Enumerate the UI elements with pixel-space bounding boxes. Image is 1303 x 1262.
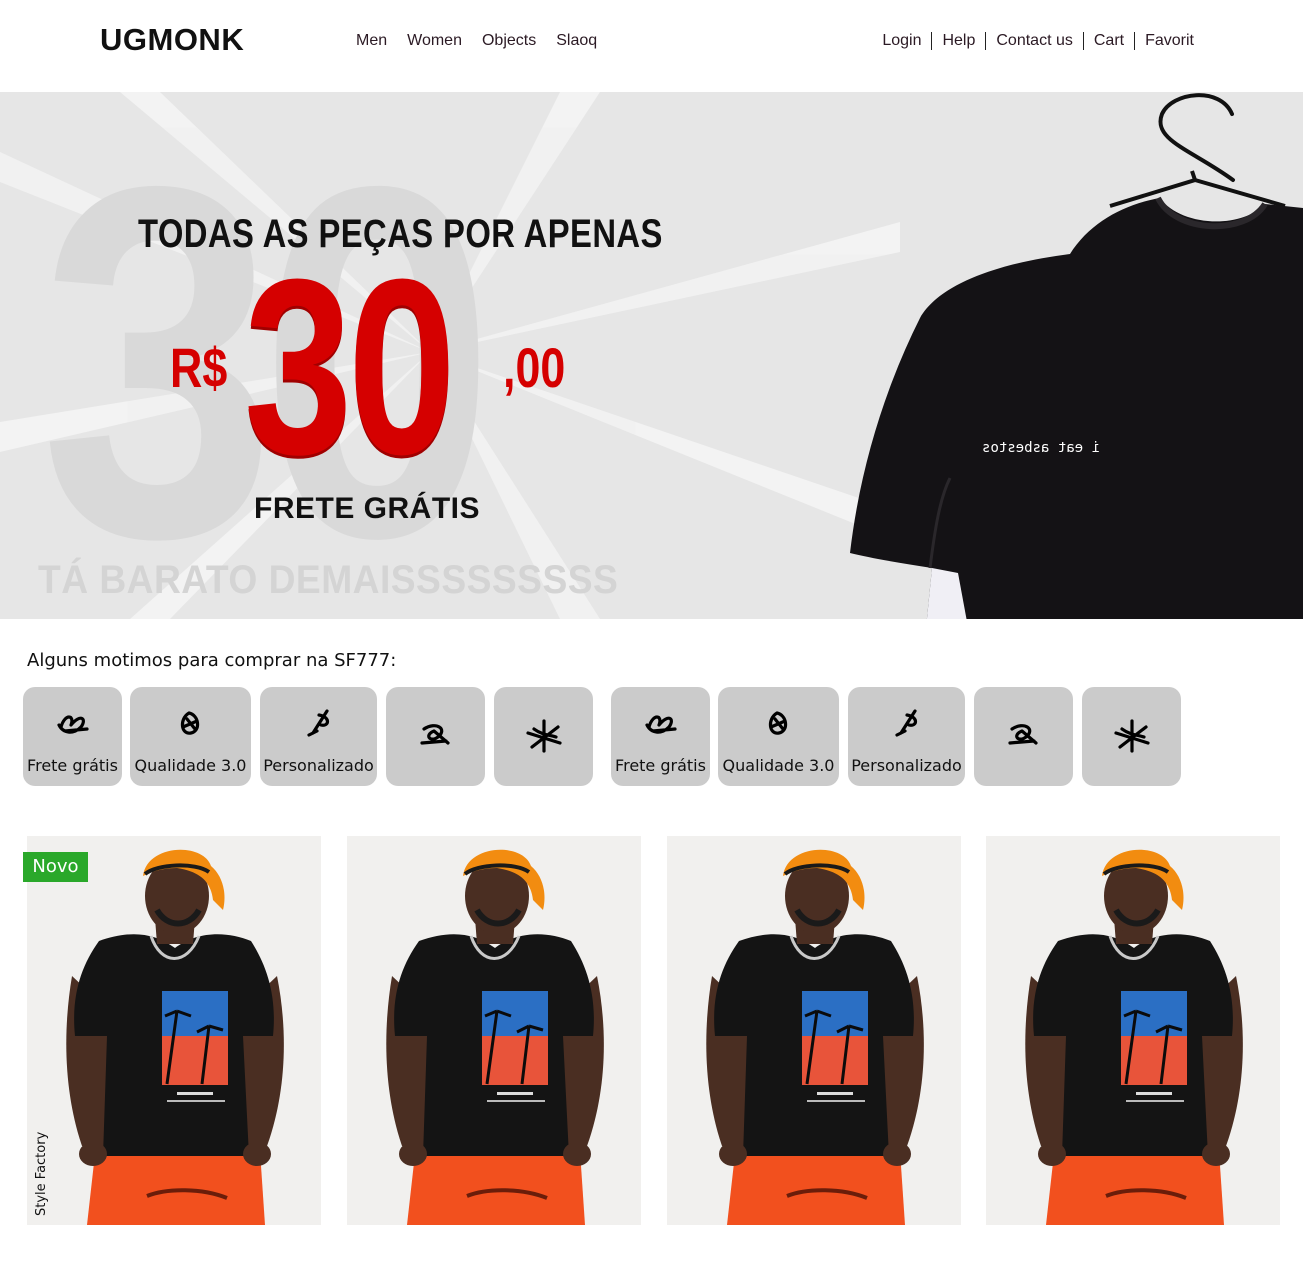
account-nav: Login Help Contact us Cart Favorit: [882, 32, 1194, 50]
product-card[interactable]: [986, 836, 1280, 1225]
reason-card[interactable]: [494, 687, 593, 786]
reason-label: Personalizado: [263, 756, 374, 775]
product-photo: [667, 836, 961, 1225]
reason-card[interactable]: Qualidade 3.0: [130, 687, 251, 786]
reason-card[interactable]: Qualidade 3.0: [718, 687, 839, 786]
reason-card[interactable]: Personalizado: [848, 687, 965, 786]
site-header: UGMONK Men Women Objects Slaoq Login Hel…: [0, 0, 1303, 92]
reason-card[interactable]: [974, 687, 1073, 786]
scribble-icon: [56, 715, 89, 734]
hero-subline: FRETE GRÁTIS: [254, 492, 481, 525]
main-nav: Men Women Objects Slaoq: [356, 32, 617, 50]
shirt-print-text: i eat asbestos: [982, 440, 1100, 456]
hanger-icon: [1158, 93, 1235, 182]
hanging-tshirt-image: i eat asbestos: [850, 93, 1303, 619]
hero-banner[interactable]: 30 TODAS AS PEÇAS POR APENAS R$ 30 ,00 F…: [0, 92, 1303, 619]
hero-price: 30: [244, 227, 456, 506]
nav-item-login[interactable]: Login: [882, 32, 931, 50]
reason-card[interactable]: Frete grátis: [23, 687, 122, 786]
scribble-icon: [768, 711, 787, 735]
scribble-icon: [894, 709, 917, 737]
scribble-icon: [419, 724, 450, 745]
product-photo: [347, 836, 641, 1225]
nav-item-favorites[interactable]: Favorit: [1134, 32, 1194, 50]
hero-currency: R$: [170, 336, 228, 399]
reason-card[interactable]: [1082, 687, 1181, 786]
product-card[interactable]: [667, 836, 961, 1225]
product-card[interactable]: [347, 836, 641, 1225]
scribble-icon: [180, 711, 199, 735]
reason-label: Frete grátis: [27, 756, 118, 775]
scribble-icon: [525, 719, 562, 753]
site-logo[interactable]: UGMONK: [100, 22, 244, 58]
nav-item-cart[interactable]: Cart: [1082, 32, 1134, 50]
reason-label: Qualidade 3.0: [722, 756, 835, 775]
reason-label: Personalizado: [851, 756, 962, 775]
reason-card[interactable]: [386, 687, 485, 786]
scribble-icon: [1113, 719, 1150, 753]
reason-card[interactable]: Frete grátis: [611, 687, 710, 786]
nav-item-objects[interactable]: Objects: [482, 32, 536, 50]
nav-item-help[interactable]: Help: [931, 32, 985, 50]
hero-cents: ,00: [503, 336, 566, 399]
nav-item-women[interactable]: Women: [407, 32, 462, 50]
brand-watermark: Style Factory: [34, 1131, 49, 1216]
hero-tagline: TÁ BARATO DEMAISSSSSSSSS: [38, 558, 619, 602]
reasons-title: Alguns motimos para comprar na SF777:: [27, 650, 397, 671]
reason-label: Qualidade 3.0: [134, 756, 247, 775]
scribble-icon: [306, 709, 329, 737]
nav-item-contact[interactable]: Contact us: [985, 32, 1082, 50]
scribble-icon: [644, 715, 677, 734]
scribble-icon: [1007, 724, 1038, 745]
product-photo: [27, 836, 321, 1225]
product-photo: [986, 836, 1280, 1225]
reason-label: Frete grátis: [615, 756, 706, 775]
product-card[interactable]: [27, 836, 321, 1225]
nav-item-men[interactable]: Men: [356, 32, 387, 50]
nav-item-slaoq[interactable]: Slaoq: [556, 32, 597, 50]
reason-card[interactable]: Personalizado: [260, 687, 377, 786]
new-badge: Novo: [23, 852, 88, 882]
